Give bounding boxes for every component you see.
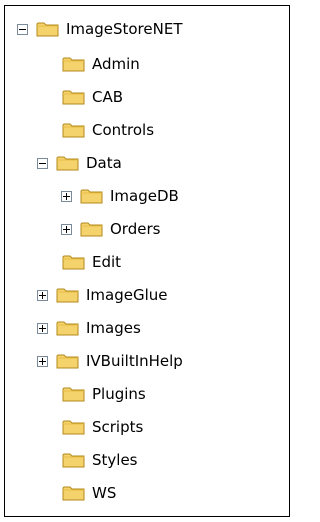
tree-item-cab[interactable]: CAB xyxy=(62,83,123,111)
tree-item-orders[interactable]: Orders xyxy=(61,215,160,243)
expand-toggle-icon[interactable] xyxy=(37,322,48,334)
tree-item-edit[interactable]: Edit xyxy=(62,248,121,276)
expand-toggle-icon[interactable] xyxy=(37,355,48,367)
folder-icon xyxy=(56,321,79,336)
tree-item-label: Orders xyxy=(110,220,161,238)
folder-icon xyxy=(80,222,103,237)
tree-item-imagedb[interactable]: ImageDB xyxy=(61,182,179,210)
folder-icon xyxy=(62,90,85,105)
expand-toggle-icon[interactable] xyxy=(37,289,48,301)
folder-icon xyxy=(80,189,103,204)
expand-toggle-icon[interactable] xyxy=(61,223,72,235)
folder-icon xyxy=(56,354,79,369)
tree-item-label: Admin xyxy=(92,55,140,73)
tree-item-label: Data xyxy=(86,154,122,172)
tree-item-label: Controls xyxy=(92,121,155,139)
folder-icon xyxy=(36,22,59,37)
tree-item-label: Scripts xyxy=(92,418,144,436)
folder-icon xyxy=(56,288,79,303)
tree-item-ws[interactable]: WS xyxy=(62,479,116,507)
collapse-toggle-icon[interactable] xyxy=(17,23,28,35)
folder-icon xyxy=(62,453,85,468)
tree-item-scripts[interactable]: Scripts xyxy=(62,413,143,441)
tree-item-images[interactable]: Images xyxy=(37,314,141,342)
tree-item-imagestorenet[interactable]: ImageStoreNET xyxy=(17,15,182,43)
tree-item-label: Edit xyxy=(92,253,122,271)
tree-item-controls[interactable]: Controls xyxy=(62,116,154,144)
tree-item-data[interactable]: Data xyxy=(37,149,122,177)
folder-icon xyxy=(62,123,85,138)
folder-tree-panel: ImageStoreNET Admin CAB Controls Data Im… xyxy=(4,5,290,517)
folder-tree: ImageStoreNET Admin CAB Controls Data Im… xyxy=(5,6,289,516)
expand-toggle-icon[interactable] xyxy=(61,190,72,202)
tree-item-label: ImageDB xyxy=(110,187,179,205)
tree-item-label: IVBuiltInHelp xyxy=(86,352,183,370)
tree-item-label: CAB xyxy=(92,88,124,106)
tree-item-styles[interactable]: Styles xyxy=(62,446,138,474)
tree-item-admin[interactable]: Admin xyxy=(62,50,140,78)
tree-item-label: WS xyxy=(92,484,117,502)
folder-icon xyxy=(62,387,85,402)
tree-item-label: ImageGlue xyxy=(86,286,168,304)
tree-item-ivbuiltinhelp[interactable]: IVBuiltInHelp xyxy=(37,347,183,375)
tree-item-label: Images xyxy=(86,319,141,337)
folder-icon xyxy=(62,486,85,501)
folder-icon xyxy=(62,255,85,270)
folder-icon xyxy=(62,420,85,435)
tree-item-label: Plugins xyxy=(92,385,146,403)
tree-item-plugins[interactable]: Plugins xyxy=(62,380,146,408)
tree-item-imageglue[interactable]: ImageGlue xyxy=(37,281,168,309)
tree-item-label: ImageStoreNET xyxy=(66,20,183,38)
folder-icon xyxy=(62,57,85,72)
folder-icon xyxy=(56,156,79,171)
tree-item-label: Styles xyxy=(92,451,138,469)
collapse-toggle-icon[interactable] xyxy=(37,157,48,169)
